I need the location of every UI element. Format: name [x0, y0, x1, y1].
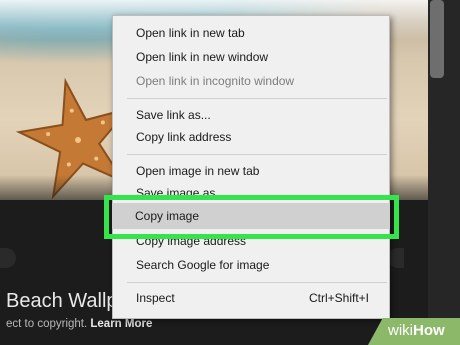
menu-item-label: Open link in incognito window	[136, 74, 295, 88]
menu-open-link-new-tab[interactable]: Open link in new tab	[113, 22, 389, 44]
menu-inspect[interactable]: Inspect Ctrl+Shift+I	[113, 287, 389, 309]
highlight-box	[104, 195, 399, 239]
menu-item-label: Search Google for image	[136, 258, 270, 272]
menu-separator	[127, 154, 387, 155]
menu-separator	[127, 98, 387, 99]
menu-save-link-as[interactable]: Save link as...	[113, 104, 389, 126]
context-menu: Open link in new tab Open link in new wi…	[112, 15, 390, 319]
copyright-text: ect to copyright.	[6, 318, 88, 330]
menu-item-label: Open link in new tab	[136, 26, 245, 40]
menu-item-label: Copy link address	[136, 130, 232, 144]
copyright-notice: ect to copyright. Learn More	[6, 318, 152, 330]
menu-separator	[127, 282, 387, 283]
menu-open-image-new-tab[interactable]: Open image in new tab	[113, 160, 389, 182]
menu-open-link-incognito: Open link in incognito window	[113, 70, 389, 92]
logo-wiki: wiki	[388, 322, 413, 339]
learn-more-link[interactable]: Learn More	[90, 318, 152, 330]
next-arrow[interactable]	[388, 248, 404, 268]
menu-item-shortcut: Ctrl+Shift+I	[308, 291, 369, 305]
menu-item-label: Save link as...	[136, 108, 211, 122]
menu-item-label: Open link in new window	[136, 50, 269, 64]
menu-item-label: Inspect	[136, 291, 175, 305]
scrollbar-thumb[interactable]	[430, 0, 444, 78]
logo-how: How	[413, 322, 445, 339]
menu-open-link-new-window[interactable]: Open link in new window	[113, 46, 389, 68]
menu-search-google-for-image[interactable]: Search Google for image	[113, 254, 389, 276]
menu-item-label: Open image in new tab	[136, 164, 260, 178]
menu-copy-link-address[interactable]: Copy link address	[113, 126, 389, 148]
result-title[interactable]: Beach Wallp	[6, 290, 118, 313]
wikihow-logo: wikiHow	[388, 322, 445, 339]
